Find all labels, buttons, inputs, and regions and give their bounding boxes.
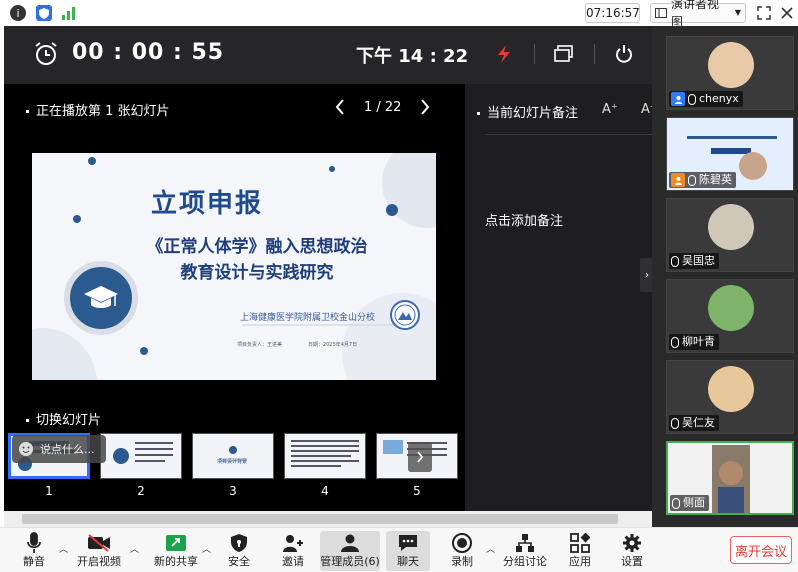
participant-tile[interactable]: 陈碧英 bbox=[666, 117, 794, 191]
record-icon bbox=[449, 531, 475, 555]
thumbnail-number: 5 bbox=[413, 484, 421, 498]
security-button[interactable]: 安全 bbox=[226, 531, 252, 571]
avatar bbox=[708, 42, 754, 88]
slide-pager: 1 / 22 bbox=[334, 98, 431, 116]
mic-icon bbox=[688, 93, 696, 105]
slide-thumbnail[interactable]: 项目设计背景 bbox=[192, 433, 274, 479]
avatar bbox=[708, 204, 754, 250]
mute-button[interactable]: 静音 bbox=[18, 531, 50, 571]
participant-tile[interactable]: 柳叶青 bbox=[666, 279, 794, 353]
participant-tile[interactable]: chenyx bbox=[666, 36, 794, 110]
presenter-view: 00 : 00 : 55 下午 14 : 22 正在播放第 1 张幻灯片 1 /… bbox=[4, 26, 657, 511]
shield-icon[interactable] bbox=[36, 5, 52, 21]
now-playing-label: 正在播放第 1 张幻灯片 bbox=[26, 100, 170, 119]
slide-subtitle-line1: 《正常人体学》融入思想政治 bbox=[146, 237, 368, 257]
mic-icon bbox=[671, 255, 679, 267]
signal-icon[interactable] bbox=[61, 5, 77, 21]
top-status-bar: i 07:16:57 演讲者视图 ▼ bbox=[0, 0, 798, 29]
apps-grid-icon bbox=[567, 531, 593, 555]
chevron-up-icon[interactable]: ︿ bbox=[59, 542, 68, 555]
mic-icon bbox=[688, 174, 696, 186]
clock-display: 07:16:57 bbox=[585, 3, 640, 23]
breakout-rooms-button[interactable]: 分组讨论 bbox=[503, 531, 547, 571]
avatar bbox=[708, 285, 754, 331]
thumbnail-number: 1 bbox=[45, 484, 53, 498]
add-user-icon bbox=[280, 531, 306, 555]
info-icon[interactable]: i bbox=[10, 5, 26, 21]
thumbnails-next-button[interactable] bbox=[408, 442, 432, 472]
participants-panel: chenyx 陈碧英 吴国忠 柳叶青 吴仁友 侧面 bbox=[652, 26, 798, 527]
chat-input-overlay[interactable]: 说点什么... bbox=[12, 435, 106, 463]
chat-button[interactable]: 聊天 bbox=[386, 531, 430, 571]
breakout-icon bbox=[512, 531, 538, 555]
font-increase-button[interactable]: A⁺ bbox=[602, 102, 618, 117]
user-icon bbox=[671, 92, 685, 106]
smiley-icon bbox=[19, 442, 33, 456]
start-video-button[interactable]: 开启视频 bbox=[77, 531, 121, 571]
thumbnails-label: 切换幻灯片 bbox=[26, 409, 101, 428]
laser-pointer-icon[interactable] bbox=[490, 40, 518, 68]
video-off-icon bbox=[86, 531, 112, 555]
slide-title: 立项申报 bbox=[150, 189, 263, 219]
microphone-icon bbox=[21, 531, 47, 555]
chevron-down-icon: ▼ bbox=[734, 8, 741, 17]
slide-subtitle-line2: 教育设计与实践研究 bbox=[180, 263, 334, 283]
graduation-cap-icon bbox=[64, 261, 138, 335]
slide-school-name: 上海健康医学院附属卫校金山分校 bbox=[240, 313, 376, 323]
meeting-window: i 07:16:57 演讲者视图 ▼ 00 : 00 : 55 下午 14 : … bbox=[0, 0, 798, 572]
bottom-toolbar: 静音 ︿ 开启视频 ︿ 新的共享 ︿ 安全 邀请 管理成员(6) 聊天 录制 ︿… bbox=[0, 527, 798, 572]
record-button[interactable]: 录制 bbox=[450, 531, 474, 571]
chevron-up-icon[interactable]: ︿ bbox=[130, 542, 139, 555]
slide-thumbnail[interactable] bbox=[100, 433, 182, 479]
time-of-day: 下午 14 : 22 bbox=[356, 46, 469, 67]
current-slide[interactable]: 立项申报 《正常人体学》融入思想政治 教育设计与实践研究 上海健康医学院附属卫校… bbox=[32, 153, 436, 380]
participant-tile[interactable]: 吴国忠 bbox=[666, 198, 794, 272]
slide-meta: 项目负责人：王进美 日期：2023年4月7日 bbox=[237, 342, 358, 348]
view-selector[interactable]: 演讲者视图 ▼ bbox=[650, 0, 746, 29]
shield-icon bbox=[226, 531, 252, 555]
chat-placeholder: 说点什么... bbox=[40, 443, 95, 456]
power-icon[interactable] bbox=[610, 40, 638, 68]
apps-button[interactable]: 应用 bbox=[568, 531, 592, 571]
mic-icon bbox=[671, 336, 679, 348]
prev-slide-button[interactable] bbox=[334, 98, 346, 116]
switch-screen-icon[interactable] bbox=[550, 40, 578, 68]
alarm-clock-icon[interactable] bbox=[32, 40, 60, 68]
elapsed-timer: 00 : 00 : 55 bbox=[72, 40, 225, 65]
chevron-up-icon[interactable]: ︿ bbox=[202, 542, 211, 555]
gear-icon bbox=[619, 531, 645, 555]
thumbnail-number: 3 bbox=[229, 484, 237, 498]
mic-icon bbox=[671, 417, 679, 429]
page-indicator: 1 / 22 bbox=[364, 99, 402, 115]
presenter-header: 00 : 00 : 55 下午 14 : 22 bbox=[4, 26, 652, 84]
participant-tile-active[interactable]: 侧面 bbox=[666, 441, 794, 515]
members-icon bbox=[337, 531, 363, 555]
manage-members-button[interactable]: 管理成员(6) bbox=[320, 531, 380, 571]
participant-tile[interactable]: 吴仁友 bbox=[666, 360, 794, 434]
notes-title: 当前幻灯片备注 bbox=[477, 102, 578, 121]
school-logo bbox=[390, 300, 420, 330]
leave-meeting-button[interactable]: 离开会议 bbox=[730, 536, 792, 564]
add-notes-area[interactable]: 点击添加备注 bbox=[485, 210, 563, 229]
chevron-up-icon[interactable]: ︿ bbox=[486, 542, 495, 555]
share-screen-icon bbox=[163, 531, 189, 555]
settings-button[interactable]: 设置 bbox=[620, 531, 644, 571]
thumbnail-number: 2 bbox=[137, 484, 145, 498]
new-share-button[interactable]: 新的共享 bbox=[154, 531, 198, 571]
invite-button[interactable]: 邀请 bbox=[280, 531, 306, 571]
mic-icon bbox=[672, 497, 680, 509]
notes-panel: 当前幻灯片备注 A⁺ A⁻ 点击添加备注 bbox=[465, 84, 657, 511]
avatar bbox=[708, 366, 754, 412]
close-icon[interactable] bbox=[778, 4, 796, 22]
user-icon bbox=[671, 173, 685, 187]
horizontal-scrollbar[interactable] bbox=[4, 511, 652, 527]
slide-thumbnail[interactable] bbox=[284, 433, 366, 479]
layout-icon bbox=[655, 8, 667, 18]
thumbnail-number: 4 bbox=[321, 484, 329, 498]
chat-bubble-icon bbox=[395, 531, 421, 555]
fullscreen-icon[interactable] bbox=[755, 4, 773, 22]
next-slide-button[interactable] bbox=[419, 98, 431, 116]
